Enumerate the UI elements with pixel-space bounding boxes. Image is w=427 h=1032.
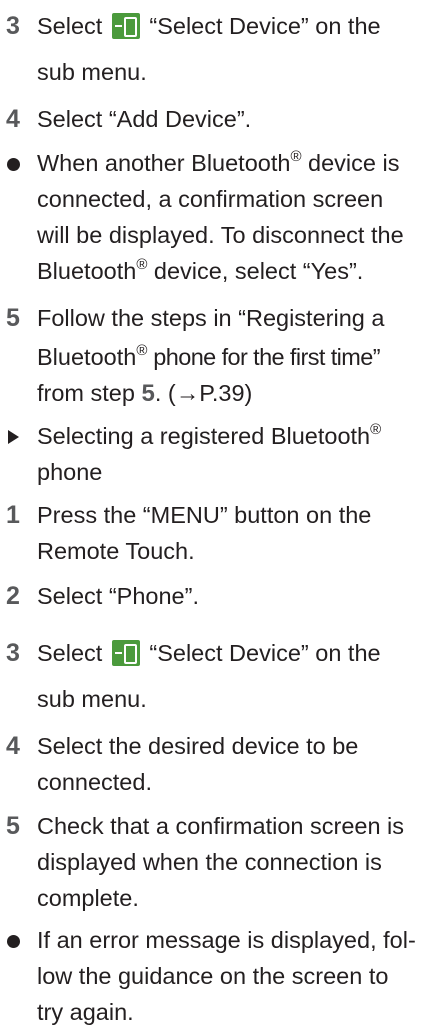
step-number: 4 (6, 105, 20, 133)
manual-page: 3 Select “Select Device” on the sub menu… (0, 0, 427, 1032)
phone-device-icon (111, 640, 140, 666)
step-number: 4 (6, 732, 20, 760)
step-text: Check that a confirmation screen is disp… (37, 813, 405, 911)
step-text: Select “Add Device”. (37, 106, 252, 132)
step-text: Select “Select Device” on the sub menu. (37, 640, 381, 712)
step-number: 5 (6, 812, 20, 840)
step-text: Press the “MENU” button on the Remote To… (37, 502, 372, 564)
step-text: Select the desired device to be connecte… (37, 733, 359, 795)
phone-device-icon (111, 13, 140, 39)
bullet-icon (7, 935, 20, 948)
step-number: 3 (6, 12, 20, 40)
step-text: Follow the steps in “Registering a Bluet… (37, 305, 385, 407)
heading-text: Selecting a registered Bluetooth® phone (37, 421, 382, 485)
note-text: If an error message is displayed, fol- l… (37, 927, 416, 1025)
note-text: When another Bluetooth® device is connec… (37, 148, 404, 284)
step-number: 3 (6, 639, 20, 667)
step-number: 5 (6, 304, 20, 332)
bullet-icon (7, 158, 20, 171)
step-number: 1 (6, 501, 20, 529)
step-number: 2 (6, 582, 20, 610)
triangle-bullet-icon (8, 430, 19, 444)
step-text: Select “Select Device” on the sub menu. (37, 13, 381, 85)
step-text: Select “Phone”. (37, 583, 199, 609)
